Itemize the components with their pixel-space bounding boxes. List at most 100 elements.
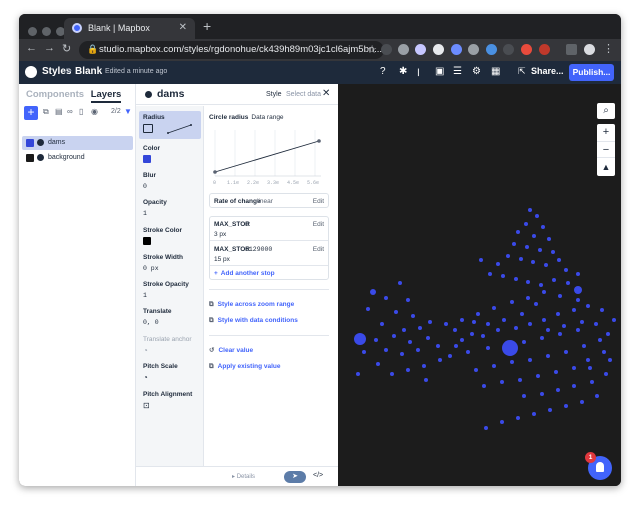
chart-tick: 0 (213, 180, 216, 186)
apply-existing-label: Apply existing value (217, 363, 281, 370)
stop-row[interactable]: MAX_STOR 0 3 px Edit (210, 217, 328, 241)
images-icon[interactable]: ▣ (435, 66, 444, 77)
lock-icon: 🔒 (87, 44, 99, 54)
dam-point (392, 334, 396, 338)
property-radius[interactable]: Radius (139, 111, 201, 139)
style-name[interactable]: Blank (75, 66, 102, 77)
dam-point (535, 214, 539, 218)
stop-handle[interactable] (317, 139, 321, 143)
layer-row-dams[interactable]: dams (22, 136, 133, 150)
delete-icon[interactable]: ▯ (79, 107, 83, 116)
add-stop-button[interactable]: + Add another stop (214, 270, 275, 277)
tab-select-data[interactable]: Select data (286, 91, 321, 98)
help-icon[interactable]: ? (380, 66, 386, 77)
extension-icon[interactable] (468, 44, 479, 55)
profile-avatar[interactable] (584, 44, 595, 55)
notifications-button[interactable]: 1 (585, 452, 612, 480)
share-button[interactable]: Share... (531, 66, 564, 76)
add-layer-button[interactable]: + (24, 106, 38, 120)
map-anchor-icon: ◔ (143, 346, 148, 355)
group-icon[interactable]: ▤ (55, 107, 63, 116)
layer-name[interactable]: dams (157, 88, 184, 100)
duplicate-icon[interactable]: ⧉ (43, 107, 49, 117)
dam-point (366, 307, 370, 311)
layout-icon[interactable]: ☰ (453, 66, 462, 77)
extension-icon[interactable] (486, 44, 497, 55)
extension-icon[interactable] (433, 44, 444, 55)
style-settings-icon[interactable]: ⚙ (472, 66, 481, 77)
data-conditions-label: Style with data conditions (217, 317, 298, 324)
extension-icon[interactable] (398, 44, 409, 55)
dam-point (551, 250, 555, 254)
extension-icon[interactable] (539, 44, 550, 55)
extension-icon[interactable] (503, 44, 514, 55)
compass-icon[interactable]: ▲ (597, 159, 615, 176)
dam-point (588, 366, 592, 370)
history-icon[interactable]: ▦ (491, 66, 500, 77)
stop-handle[interactable] (213, 170, 217, 174)
bookmark-star-icon[interactable]: ☆ (367, 43, 377, 56)
extension-icon[interactable] (415, 44, 426, 55)
reload-icon[interactable]: ↻ (62, 42, 71, 55)
close-icon[interactable]: ✕ (322, 88, 330, 99)
tab-layers[interactable]: Layers (90, 89, 122, 103)
dam-point (556, 388, 560, 392)
publish-button[interactable]: Publish... (569, 64, 614, 81)
dam-point (354, 333, 366, 345)
code-view-button[interactable]: </> (313, 472, 323, 479)
close-window-button[interactable] (28, 27, 37, 36)
cast-icon[interactable] (566, 44, 577, 55)
typography-icon[interactable]: ꞁ (417, 66, 420, 77)
dam-point (384, 348, 388, 352)
dam-point (380, 322, 384, 326)
extension-icon[interactable] (521, 44, 532, 55)
new-tab-button[interactable]: + (203, 18, 211, 34)
extension-icon[interactable] (381, 44, 392, 55)
dam-point (426, 336, 430, 340)
back-arrow-icon[interactable]: ← (26, 42, 37, 54)
dam-point (492, 306, 496, 310)
dam-point (474, 368, 478, 372)
edit-rate-button[interactable]: Edit (313, 198, 324, 205)
extension-icon[interactable] (451, 44, 462, 55)
dam-point (612, 318, 616, 322)
link-icon[interactable]: ∞ (67, 107, 73, 116)
layer-row-background[interactable]: background (22, 151, 133, 165)
minimize-window-button[interactable] (42, 27, 51, 36)
mapbox-logo-icon[interactable] (25, 66, 37, 78)
clear-value-button[interactable]: ↺ Clear value (209, 346, 253, 354)
dam-point (532, 412, 536, 416)
forward-arrow-icon[interactable]: → (44, 42, 55, 54)
stop-row[interactable]: MAX_STOR 6129000 15 px Edit (210, 242, 328, 266)
layer-color-swatch (26, 139, 34, 147)
apply-existing-value-button[interactable]: ⧉ Apply existing value (209, 363, 281, 371)
search-icon[interactable]: ⌕ (597, 103, 615, 119)
map-canvas[interactable]: ⌕ + − ▲ 1 (338, 84, 621, 486)
zoom-out-button[interactable]: − (597, 141, 615, 158)
browser-tab[interactable]: Blank | Mapbox ✕ (64, 18, 195, 39)
settings-gear-icon[interactable]: ✱ (399, 66, 407, 77)
zoom-in-button[interactable]: + (597, 124, 615, 141)
dam-point (594, 322, 598, 326)
rate-of-change-row[interactable]: Rate of change linear Edit (209, 193, 329, 208)
dam-point (606, 332, 610, 336)
dam-point (406, 368, 410, 372)
visibility-icon[interactable]: ◉ (91, 107, 98, 116)
tab-style[interactable]: Style (266, 91, 282, 98)
dam-point (522, 340, 526, 344)
filter-icon[interactable]: ▼ (124, 107, 132, 116)
browser-menu-icon[interactable]: ⋮ (603, 42, 614, 55)
style-across-zoom-button[interactable]: ⧉ Style across zoom range (209, 301, 294, 309)
edit-stop-button[interactable]: Edit (313, 221, 324, 228)
dam-point (448, 354, 452, 358)
dam-point (408, 340, 412, 344)
property-value: 0 px (143, 265, 159, 272)
close-tab-icon[interactable]: ✕ (179, 22, 187, 33)
edit-stop-button[interactable]: Edit (313, 246, 324, 253)
select-tool-button[interactable]: ➤ (284, 471, 306, 483)
style-with-data-conditions-button[interactable]: ⧉ Style with data conditions (209, 317, 298, 325)
details-toggle[interactable]: ▸ Details (232, 473, 255, 480)
address-bar[interactable]: 🔒 studio.mapbox.com/styles/rgdonohue/ck4… (79, 41, 384, 59)
data-range-chart[interactable]: 0 1.1e 2.2e 3.3e 4.5e 5.6e (209, 126, 327, 188)
tab-components[interactable]: Components (26, 89, 84, 100)
